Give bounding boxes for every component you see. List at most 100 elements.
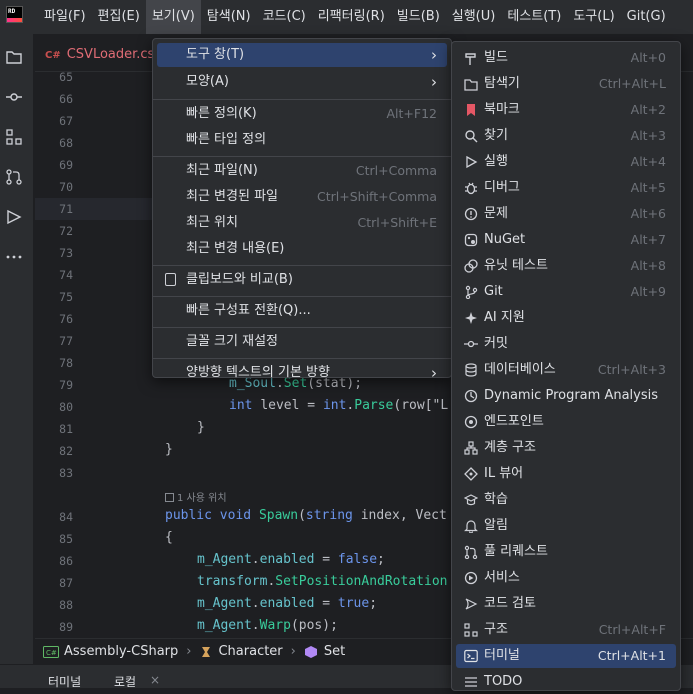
view-menu-item-label: 모양(A)	[186, 74, 229, 89]
csharp-project-icon: C#	[43, 645, 59, 658]
menubar-item-2[interactable]: 보기(V)	[145, 0, 201, 34]
tool-window-item[interactable]: 찾기 Alt+3	[456, 124, 676, 148]
view-menu-dropdown: 도구 창(T) › 모양(A) › 빠른 정의(K) Alt+F12 빠른 타입 정의최근 …	[152, 38, 452, 382]
menubar-item-0[interactable]: 파일(F)	[38, 0, 92, 34]
view-menu-item[interactable]: 최근 변경된 파일 Ctrl+Shift+Comma	[157, 185, 447, 209]
menubar-item-6[interactable]: 빌드(B)	[391, 0, 446, 34]
tool-window-item[interactable]: 디버그 Alt+5	[456, 176, 676, 200]
tool-window-item[interactable]: 학습	[456, 488, 676, 512]
tool-window-item[interactable]: 풀 리퀘스트	[456, 540, 676, 564]
structure-icon[interactable]	[5, 128, 23, 146]
tool-window-item[interactable]: 서비스	[456, 566, 676, 590]
tool-window-item[interactable]: 코드 검토	[456, 592, 676, 616]
tool-window-item[interactable]: 북마크 Alt+2	[456, 98, 676, 122]
endpoints-icon	[464, 415, 478, 429]
line-number: 78	[59, 356, 73, 370]
tool-window-item[interactable]: 구조 Ctrl+Alt+F	[456, 618, 676, 642]
tool-window-item[interactable]: 유닛 테스트 Alt+8	[456, 254, 676, 278]
tool-window-item-label: Git	[484, 284, 503, 299]
git-branch-icon	[465, 285, 478, 299]
tool-window-item-label: 북마크	[484, 102, 520, 117]
shortcut-label: Alt+3	[630, 128, 666, 143]
tool-window-item[interactable]: 엔드포인트	[456, 410, 676, 434]
clipboard-compare-icon	[165, 273, 176, 286]
commit-icon	[464, 340, 478, 348]
menu-separator	[153, 156, 451, 157]
view-menu-item[interactable]: 최근 변경 내용(E)	[157, 237, 447, 261]
menubar-item-1[interactable]: 편집(E)	[92, 0, 146, 34]
rider-logo-icon[interactable]: RD	[6, 6, 23, 23]
menubar-item-5[interactable]: 리팩터링(R)	[312, 0, 391, 34]
menubar-item-8[interactable]: 테스트(T)	[501, 0, 567, 34]
tool-window-item[interactable]: NuGet Alt+7	[456, 228, 676, 252]
tool-window-item[interactable]: 실행 Alt+4	[456, 150, 676, 174]
tool-window-item[interactable]: 커밋	[456, 332, 676, 356]
breadcrumb-item-assembly[interactable]: C# Assembly-CSharp	[43, 644, 178, 659]
menubar-item-7[interactable]: 실행(U)	[446, 0, 502, 34]
shortcut-label: Alt+9	[630, 284, 666, 299]
code-review-icon[interactable]	[5, 208, 23, 226]
tab-local[interactable]: 로컬	[114, 673, 136, 690]
terminal-icon	[464, 649, 478, 663]
view-menu-item-label: 최근 변경된 파일	[186, 189, 278, 204]
search-icon	[465, 130, 478, 143]
bookmark-icon	[467, 104, 475, 116]
tab-terminal[interactable]: 터미널	[48, 673, 81, 690]
view-menu-item[interactable]: 빠른 정의(K) Alt+F12	[157, 102, 447, 126]
view-menu-item[interactable]: 도구 창(T) ›	[157, 43, 447, 67]
run-icon	[466, 155, 478, 169]
tool-window-item[interactable]: TODO	[456, 670, 676, 694]
view-menu-item[interactable]: 클립보드와 비교(B)	[157, 268, 447, 292]
folder-icon[interactable]	[5, 48, 23, 66]
code-line-85: {	[165, 530, 173, 545]
menubar-item-10[interactable]: Git(G)	[621, 0, 672, 34]
code-line-82: }	[165, 442, 173, 457]
view-menu-item[interactable]: 빠른 구성표 전환(Q)...	[157, 299, 447, 323]
line-number: 75	[59, 290, 73, 304]
tool-window-item[interactable]: 데이터베이스 Ctrl+Alt+3	[456, 358, 676, 382]
menubar-item-3[interactable]: 탐색(N)	[201, 0, 257, 34]
tool-window-item[interactable]: 알림	[456, 514, 676, 538]
breadcrumb-item-character[interactable]: Character	[199, 644, 283, 659]
tool-window-item[interactable]: 빌드 Alt+0	[456, 46, 676, 70]
view-menu-item[interactable]: 글꼴 크기 재설정	[157, 330, 447, 354]
view-menu-item[interactable]: 최근 파일(N) Ctrl+Comma	[157, 159, 447, 183]
view-menu-item[interactable]: 빠른 타입 정의	[157, 128, 447, 152]
menubar-item-9[interactable]: 도구(L)	[567, 0, 620, 34]
tool-window-item-label: 찾기	[484, 128, 508, 143]
bug-icon	[465, 182, 477, 195]
line-number-gutter: 65 66 67 68 69 70 71 72 73 74 75 76 77 78 79 80 81 82 83 84…	[35, 70, 83, 638]
tool-window-item[interactable]: 문제 Alt+6	[456, 202, 676, 226]
usage-hint[interactable]: 1 사용 위치	[165, 489, 227, 504]
tool-window-item[interactable]: AI 지원	[456, 306, 676, 330]
commit-icon[interactable]	[5, 88, 23, 106]
more-icon[interactable]	[5, 248, 23, 266]
tool-window-item[interactable]: 터미널 Ctrl+Alt+1	[456, 644, 676, 668]
view-menu-item[interactable]: 최근 위치 Ctrl+Shift+E	[157, 211, 447, 235]
tool-window-item[interactable]: 탐색기 Ctrl+Alt+L	[456, 72, 676, 96]
hierarchy-icon	[464, 441, 478, 455]
tool-window-item[interactable]: IL 뷰어	[456, 462, 676, 486]
tool-window-item-label: 디버그	[484, 180, 520, 195]
shortcut-label: Alt+7	[630, 232, 666, 247]
view-menu-item[interactable]: 양방향 텍스트의 기본 방향 ›	[157, 361, 447, 385]
line-number: 81	[59, 422, 73, 436]
view-menu-item-label: 최근 변경 내용(E)	[186, 241, 285, 256]
shortcut-label: Ctrl+Alt+L	[598, 76, 666, 91]
editor-tab[interactable]: C# CSVLoader.cs	[45, 34, 154, 72]
pull-request-icon[interactable]	[5, 168, 23, 186]
line-number: 67	[59, 114, 73, 128]
view-menu-item[interactable]: 모양(A) ›	[157, 70, 447, 94]
tool-window-item[interactable]: Git Alt+9	[456, 280, 676, 304]
code-line-89: m_Agent.Warp(pos);	[197, 618, 338, 633]
tool-window-item-label: 문제	[484, 206, 508, 221]
menubar-item-4[interactable]: 코드(C)	[257, 0, 312, 34]
tool-window-item[interactable]: Dynamic Program Analysis	[456, 384, 676, 408]
close-tab-icon[interactable]: ×	[150, 673, 160, 687]
tool-window-item-label: 터미널	[484, 648, 520, 663]
view-menu-item-label: 양방향 텍스트의 기본 방향	[186, 365, 330, 380]
tool-window-item[interactable]: 계층 구조	[456, 436, 676, 460]
code-line-86: m_Agent.enabled = false;	[197, 552, 385, 567]
menubar-items: 파일(F) 편집(E) 보기(V) 탐색(N) 코드(C) 리팩터링(R) 빌드(B) 실행(…	[38, 0, 672, 34]
breadcrumb-item-set[interactable]: Set	[304, 644, 345, 659]
